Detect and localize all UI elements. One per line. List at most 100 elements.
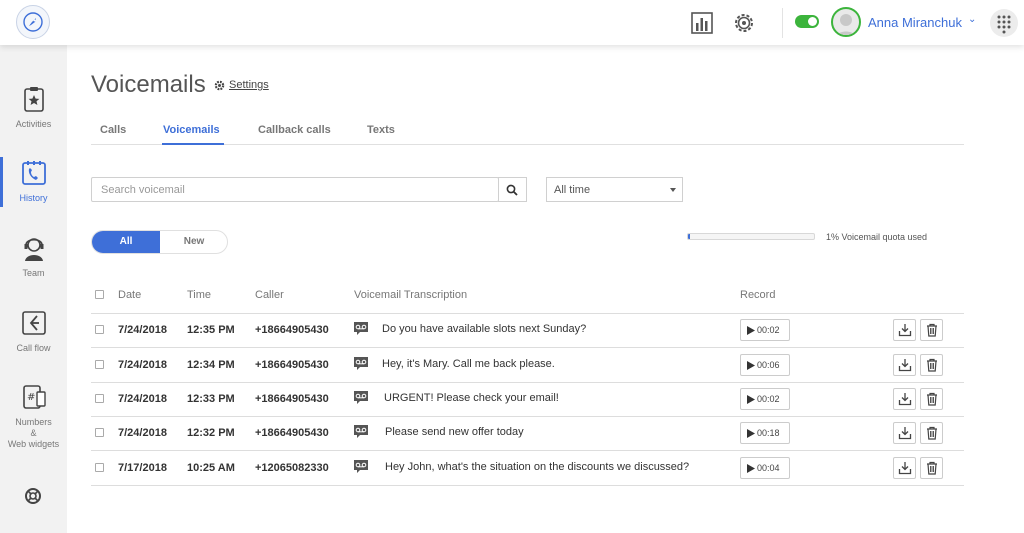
record-duration: 00:18 (757, 428, 780, 438)
download-icon (898, 359, 911, 372)
column-header-date[interactable]: Date (118, 289, 141, 301)
trash-icon (926, 426, 937, 440)
download-button[interactable] (893, 457, 916, 479)
table-row[interactable]: 7/24/2018 12:35 PM +18664905430 Do you have… (91, 313, 964, 348)
user-name[interactable]: Anna Miranchuk (868, 15, 962, 30)
row-time: 10:25 AM (187, 462, 235, 474)
search-icon (506, 184, 518, 196)
dialpad-button[interactable] (990, 9, 1018, 37)
sidebar-item-label: Team (22, 268, 45, 278)
row-checkbox[interactable] (95, 428, 104, 437)
page-title: Voicemails (91, 71, 206, 98)
row-transcription: URGENT! Please check your email! (384, 392, 559, 404)
tab-callback-calls[interactable]: Callback calls (258, 124, 331, 136)
trash-icon (926, 461, 937, 475)
row-checkbox[interactable] (95, 360, 104, 369)
sidebar-item-label: Numbers (15, 417, 52, 427)
statistics-icon[interactable] (690, 11, 714, 35)
row-caller[interactable]: +18664905430 (255, 359, 329, 371)
sidebar-item-call-flow[interactable]: Call flow (0, 309, 67, 353)
headset-agent-icon (24, 238, 43, 261)
row-time: 12:32 PM (187, 427, 235, 439)
settings-label: Settings (229, 79, 269, 91)
gear-icon[interactable] (732, 11, 756, 35)
play-record-button[interactable]: 00:18 (740, 422, 790, 444)
quota-label: 1% Voicemail quota used (826, 232, 928, 242)
app-logo[interactable] (16, 5, 50, 39)
table-row[interactable]: 7/17/2018 10:25 AM +12065082330 Hey John, w… (91, 451, 964, 486)
sidebar-item-history[interactable]: History (0, 159, 67, 203)
trash-icon (926, 392, 937, 406)
sidebar-item-numbers[interactable]: # Numbers & Web widgets (0, 383, 67, 450)
voicemail-icon (354, 357, 368, 370)
row-checkbox[interactable] (95, 463, 104, 472)
row-checkbox[interactable] (95, 325, 104, 334)
delete-button[interactable] (920, 422, 943, 444)
search-input[interactable]: Search voicemail (91, 177, 499, 202)
download-button[interactable] (893, 354, 916, 376)
sidebar-item-team[interactable]: Team (0, 234, 67, 278)
record-duration: 00:02 (757, 325, 780, 335)
row-date: 7/24/2018 (118, 393, 167, 405)
select-all-checkbox[interactable] (95, 290, 104, 299)
row-checkbox[interactable] (95, 394, 104, 403)
table-row[interactable]: 7/24/2018 12:33 PM +18664905430 URGENT! Ple… (91, 382, 964, 417)
trash-icon (926, 358, 937, 372)
voicemail-icon (354, 460, 368, 473)
play-icon (747, 360, 755, 370)
download-button[interactable] (893, 388, 916, 410)
play-record-button[interactable]: 00:02 (740, 319, 790, 341)
sidebar-item-label-web: Web widgets (7, 439, 60, 449)
sidebar-item-label: History (19, 193, 48, 203)
tab-calls[interactable]: Calls (100, 124, 126, 136)
settings-link[interactable]: Settings (214, 79, 269, 91)
row-caller[interactable]: +18664905430 (255, 393, 329, 405)
tab-voicemails[interactable]: Voicemails (163, 124, 220, 136)
row-date: 7/24/2018 (118, 324, 167, 336)
header-divider (782, 8, 783, 38)
play-record-button[interactable]: 00:04 (740, 457, 790, 479)
call-flow-icon (21, 311, 46, 335)
download-icon (898, 393, 911, 406)
time-filter-value: All time (554, 184, 591, 196)
delete-button[interactable] (920, 354, 943, 376)
row-transcription: Hey John, what's the situation on the di… (385, 461, 690, 473)
row-date: 7/24/2018 (118, 359, 167, 371)
row-transcription: Do you have available slots next Sunday? (382, 323, 587, 335)
play-icon (747, 463, 755, 473)
sidebar-item-activities[interactable]: Activities (0, 85, 67, 129)
top-bar: Anna Miranchuk ⌄ (0, 0, 1024, 45)
tab-texts[interactable]: Texts (367, 124, 395, 136)
voicemail-icon (354, 322, 368, 335)
lifebuoy-icon[interactable] (24, 487, 42, 505)
table-row[interactable]: 7/24/2018 12:32 PM +18664905430 Please send… (91, 416, 964, 451)
row-date: 7/24/2018 (118, 427, 167, 439)
download-button[interactable] (893, 319, 916, 341)
time-filter-select[interactable]: All time (546, 177, 683, 202)
table-row[interactable]: 7/24/2018 12:34 PM +18664905430 Hey, it's M… (91, 348, 964, 383)
status-toggle[interactable] (795, 15, 819, 28)
segment-all[interactable]: All (92, 231, 160, 253)
delete-button[interactable] (920, 388, 943, 410)
svg-text:#: # (27, 392, 35, 403)
play-record-button[interactable]: 00:02 (740, 388, 790, 410)
delete-button[interactable] (920, 457, 943, 479)
column-header-caller[interactable]: Caller (255, 289, 284, 301)
row-caller[interactable]: +18664905430 (255, 427, 329, 439)
chevron-down-icon[interactable]: ⌄ (968, 14, 976, 25)
row-time: 12:35 PM (187, 324, 235, 336)
filter-segment: All New (91, 230, 228, 254)
play-record-button[interactable]: 00:06 (740, 354, 790, 376)
delete-button[interactable] (920, 319, 943, 341)
segment-new[interactable]: New (160, 231, 227, 253)
column-header-time[interactable]: Time (187, 289, 211, 301)
caret-down-icon (670, 188, 676, 192)
row-caller[interactable]: +12065082330 (255, 462, 329, 474)
row-caller[interactable]: +18664905430 (255, 324, 329, 336)
clipboard-star-icon (23, 87, 44, 112)
search-button[interactable] (498, 177, 527, 202)
avatar[interactable] (831, 7, 861, 37)
download-button[interactable] (893, 422, 916, 444)
column-header-transcription: Voicemail Transcription (354, 289, 468, 301)
sidebar-item-label-amp: & (30, 428, 37, 438)
